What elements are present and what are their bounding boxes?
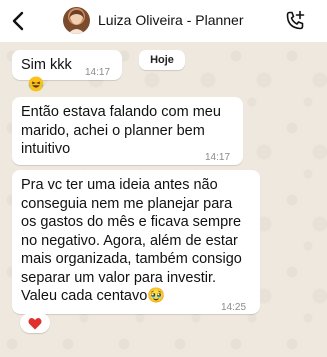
message-text: Então estava falando com meu marido, ach…: [21, 104, 221, 157]
message-time: 14:25: [221, 302, 247, 313]
date-chip: Hoje: [139, 50, 185, 70]
message-text: Sim kkk: [21, 57, 72, 73]
heart-icon: [28, 317, 42, 329]
message-bubble[interactable]: Então estava falando com meu marido, ach…: [12, 97, 243, 165]
contact-name[interactable]: Luiza Oliveira - Planner: [98, 12, 244, 28]
laughing-emoji-icon: [28, 76, 44, 92]
message-bubble[interactable]: Pra vc ter uma ideia antes não conseguia…: [12, 170, 260, 314]
phone-add-icon[interactable]: [283, 9, 307, 33]
chat-header: Luiza Oliveira - Planner: [0, 0, 327, 42]
avatar[interactable]: [63, 7, 90, 34]
message-time: 14:17: [205, 152, 231, 163]
message-text: Pra vc ter uma ideia antes não conseguia…: [21, 177, 242, 304]
chat-area: Sim kkk 14:17 Hoje Então estava falando …: [0, 42, 327, 357]
reaction-badge[interactable]: [20, 313, 50, 333]
chevron-left-icon[interactable]: [8, 8, 28, 34]
message-time: 14:17: [85, 67, 111, 78]
